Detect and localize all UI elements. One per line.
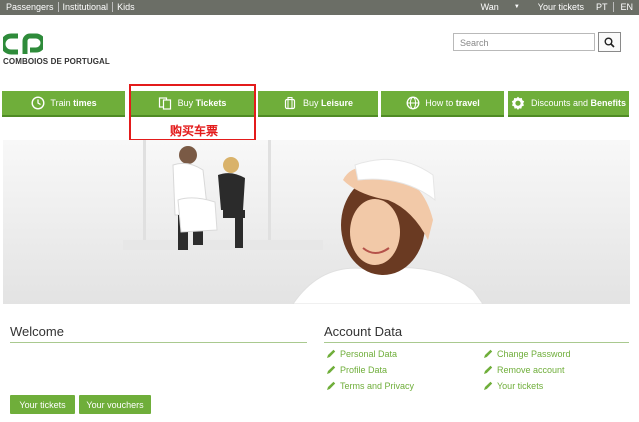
link-terms-privacy-label: Terms and Privacy [340, 381, 415, 391]
pencil-icon [327, 349, 336, 358]
link-personal-data-label: Personal Data [340, 349, 398, 359]
user-menu[interactable]: Wan ▼ [469, 2, 532, 12]
top-link-passengers[interactable]: Passengers [5, 2, 59, 12]
pencil-icon [484, 349, 493, 358]
top-link-kids[interactable]: Kids [113, 2, 139, 12]
globe-icon [405, 96, 420, 111]
link-remove-account-label: Remove account [497, 365, 565, 375]
nav-discounts-label: Discounts and Benefits [530, 98, 627, 108]
nav-train-times-label: Train times [50, 98, 97, 108]
lang-pt-link[interactable]: PT [590, 2, 614, 12]
link-terms-privacy[interactable]: Terms and Privacy [326, 381, 414, 391]
nav-train-times[interactable]: Train times [2, 91, 125, 117]
annotation-label: 购买车票 [170, 124, 219, 138]
pencil-icon [484, 365, 493, 374]
link-profile-data-label: Profile Data [340, 365, 388, 375]
pencil-icon [327, 381, 336, 390]
top-nav-links: Passengers Institutional Kids [5, 2, 139, 12]
lang-en-link[interactable]: EN [613, 2, 639, 12]
search-button[interactable] [598, 32, 621, 52]
pencil-icon [484, 381, 493, 390]
link-remove-account[interactable]: Remove account [483, 365, 565, 375]
nav-buy-leisure[interactable]: Buy Leisure [258, 91, 378, 117]
top-bar: Passengers Institutional Kids Wan ▼ Your… [0, 0, 639, 15]
link-your-tickets[interactable]: Your tickets [483, 381, 543, 391]
nav-buy-leisure-label: Buy Leisure [302, 98, 354, 108]
cp-logo[interactable] [0, 33, 46, 60]
top-right-menu: Wan ▼ Your tickets PT EN [469, 2, 639, 12]
nav-how-to-travel[interactable]: How to travel [381, 91, 504, 117]
user-name: Wan [480, 2, 499, 12]
link-change-password-label: Change Password [497, 349, 571, 359]
link-profile-data[interactable]: Profile Data [326, 365, 387, 375]
your-tickets-button[interactable]: Your tickets [10, 395, 75, 414]
hero-banner-image [3, 140, 630, 304]
your-vouchers-button[interactable]: Your vouchers [79, 395, 151, 414]
top-link-institutional[interactable]: Institutional [59, 2, 114, 12]
link-change-password[interactable]: Change Password [483, 349, 571, 359]
caret-down-icon: ▼ [513, 4, 520, 10]
pencil-icon [327, 365, 336, 374]
account-data-title: Account Data [324, 324, 629, 343]
search-input[interactable]: Search [453, 33, 595, 51]
link-personal-data[interactable]: Personal Data [326, 349, 397, 359]
clock-icon [30, 96, 45, 111]
luggage-icon [283, 96, 298, 111]
welcome-title: Welcome [10, 324, 307, 343]
link-your-tickets-label: Your tickets [497, 381, 544, 391]
badge-icon [511, 96, 526, 111]
nav-how-to-travel-label: How to travel [425, 98, 480, 108]
nav-discounts-benefits[interactable]: Discounts and Benefits [508, 91, 629, 117]
top-your-tickets-link[interactable]: Your tickets [532, 2, 590, 12]
search-icon [604, 37, 615, 48]
logo-text: COMBOIOS DE PORTUGAL [3, 57, 110, 66]
